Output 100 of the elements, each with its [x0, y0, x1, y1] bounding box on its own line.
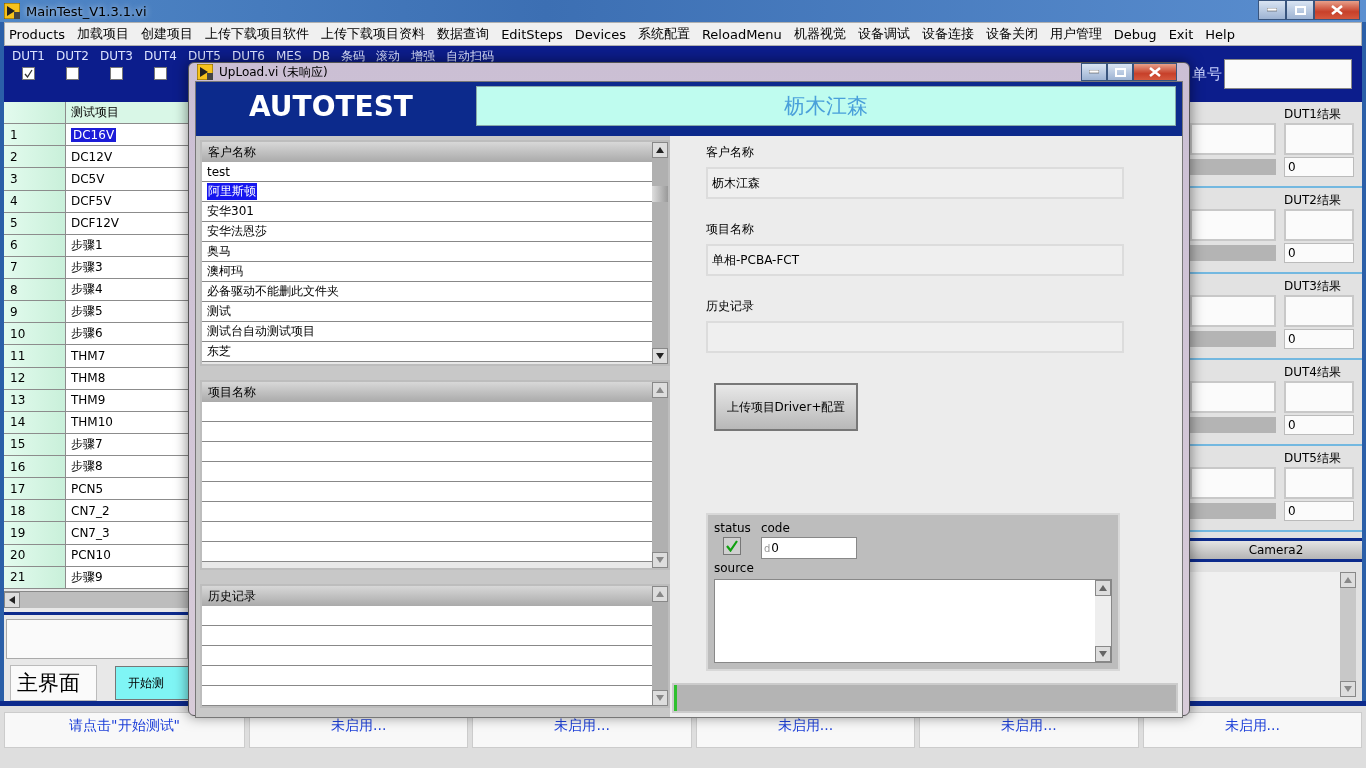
menu-item[interactable]: Devices — [570, 26, 634, 42]
customer-banner: 枥木江森 — [476, 86, 1176, 126]
scrollbar[interactable] — [652, 142, 668, 364]
scrollbar[interactable] — [4, 590, 190, 608]
text-field[interactable]: 单相-PCBA-FCT — [706, 244, 1124, 276]
option-label: 滚动 — [376, 49, 401, 63]
menu-item[interactable]: 用户管理 — [1045, 25, 1110, 43]
row-number: 15 — [4, 433, 66, 455]
menu-item[interactable]: 系统配置 — [633, 25, 698, 43]
menu-item[interactable]: 创建项目 — [137, 25, 202, 43]
option-label: 自动扫码 — [446, 49, 495, 63]
list-item[interactable]: test — [202, 162, 652, 182]
upload-button[interactable]: 上传项目Driver+配置 — [714, 383, 858, 431]
scrollbar[interactable] — [1340, 572, 1356, 697]
camera-tab[interactable]: Camera2 — [1190, 538, 1362, 562]
row-number: 6 — [4, 234, 66, 256]
table-cell[interactable]: DC12V — [66, 146, 190, 168]
maximize-button[interactable] — [1286, 0, 1314, 20]
row-number: 3 — [4, 168, 66, 190]
checkbox[interactable] — [110, 67, 123, 80]
app-icon — [197, 64, 213, 80]
table-cell[interactable]: PCN5 — [66, 478, 190, 500]
table-cell[interactable]: THM7 — [66, 345, 190, 367]
list-item[interactable]: 测试 — [202, 302, 652, 322]
menu-item[interactable]: Exit — [1164, 26, 1202, 42]
menu-item[interactable]: 上传下载项目软件 — [201, 25, 318, 43]
menu-item[interactable]: ReloadMenu — [697, 26, 790, 42]
minimize-icon — [1267, 8, 1277, 12]
text-field[interactable]: 枥木江森 — [706, 167, 1124, 199]
checkbox[interactable] — [66, 67, 79, 80]
menu-item[interactable]: 设备调试 — [853, 25, 918, 43]
row-number: 1 — [4, 124, 66, 146]
scroll-thumb[interactable] — [652, 186, 668, 202]
row-number: 19 — [4, 522, 66, 544]
left-arrow-icon — [9, 595, 15, 604]
list-item[interactable]: 东芝 — [202, 342, 652, 362]
menu-item[interactable]: EditSteps — [497, 26, 571, 42]
row-number: 5 — [4, 212, 66, 234]
count-field: 0 — [1284, 157, 1354, 177]
table-cell[interactable]: 步骤6 — [66, 323, 190, 345]
checkbox[interactable] — [154, 67, 167, 80]
row-number: 11 — [4, 345, 66, 367]
option-label: DUT4 — [144, 49, 177, 63]
menu-item[interactable]: 加载项目 — [73, 25, 138, 43]
table-cell[interactable]: 步骤5 — [66, 301, 190, 323]
status-checkbox[interactable] — [723, 537, 742, 555]
menu-item[interactable]: Debug — [1109, 26, 1165, 42]
list-header: 项目名称 — [202, 382, 652, 402]
option-label: DB — [312, 49, 331, 63]
menu-item[interactable]: Products — [5, 26, 74, 42]
table-cell[interactable]: CN7_3 — [66, 522, 190, 544]
list-item[interactable]: 奥马 — [202, 242, 652, 262]
table-cell[interactable]: 步骤4 — [66, 279, 190, 301]
list-header: 历史记录 — [202, 586, 652, 606]
row-number: 14 — [4, 411, 66, 433]
menu-item[interactable]: 机器视觉 — [789, 25, 854, 43]
scrollbar[interactable] — [652, 382, 668, 568]
table-cell[interactable]: DC16V — [66, 124, 190, 146]
row-number: 9 — [4, 301, 66, 323]
row-number: 16 — [4, 456, 66, 478]
menu-item[interactable]: Help — [1201, 26, 1243, 42]
count-field: 0 — [1284, 415, 1354, 435]
option-label: DUT6 — [232, 49, 265, 63]
list-item[interactable]: 澳柯玛 — [202, 262, 652, 282]
list-header: 客户名称 — [202, 142, 652, 162]
option-label: 条码 — [341, 49, 366, 63]
result-field — [1284, 209, 1354, 241]
order-field[interactable] — [1224, 59, 1352, 89]
close-icon — [1149, 67, 1161, 77]
code-field[interactable]: d0 — [760, 537, 857, 559]
status-cell: 请点击"开始测试" — [4, 712, 246, 748]
table-cell[interactable]: DC5V — [66, 168, 190, 190]
menu-item[interactable]: 上传下载项目资料 — [317, 25, 434, 43]
minimize-icon — [1089, 70, 1099, 74]
close-button[interactable] — [1314, 0, 1360, 20]
menu-item[interactable]: 设备连接 — [917, 25, 982, 43]
minimize-button[interactable] — [1258, 0, 1286, 20]
log-field[interactable] — [6, 618, 188, 660]
maximize-button[interactable] — [1107, 63, 1133, 81]
list-item[interactable]: 安华法恩莎 — [202, 222, 652, 242]
menu-item[interactable]: 设备关闭 — [981, 25, 1046, 43]
menu-item[interactable]: 数据查询 — [433, 25, 498, 43]
row-number: 4 — [4, 190, 66, 212]
list-item[interactable]: 必备驱动不能删此文件夹 — [202, 282, 652, 302]
source-field[interactable] — [714, 579, 1112, 663]
minimize-button[interactable] — [1081, 63, 1107, 81]
start-button[interactable]: 开始测 — [114, 666, 190, 701]
checkbox[interactable] — [22, 67, 35, 80]
list-item[interactable]: 阿里斯顿 — [202, 182, 652, 202]
brand-title: AUTOTEST — [248, 88, 414, 125]
source-label: source — [714, 561, 755, 575]
list-item[interactable]: 测试台自动测试项目 — [202, 322, 652, 342]
table-cell[interactable]: CN7_2 — [66, 500, 190, 522]
option-label: DUT2 — [56, 49, 89, 63]
up-arrow-icon — [1344, 577, 1352, 583]
close-button[interactable] — [1133, 63, 1177, 81]
scrollbar[interactable] — [652, 586, 668, 706]
list-item[interactable]: 安华301 — [202, 202, 652, 222]
table-cell[interactable]: 步骤8 — [66, 456, 190, 478]
result-label: DUT3结果 — [1284, 278, 1342, 295]
